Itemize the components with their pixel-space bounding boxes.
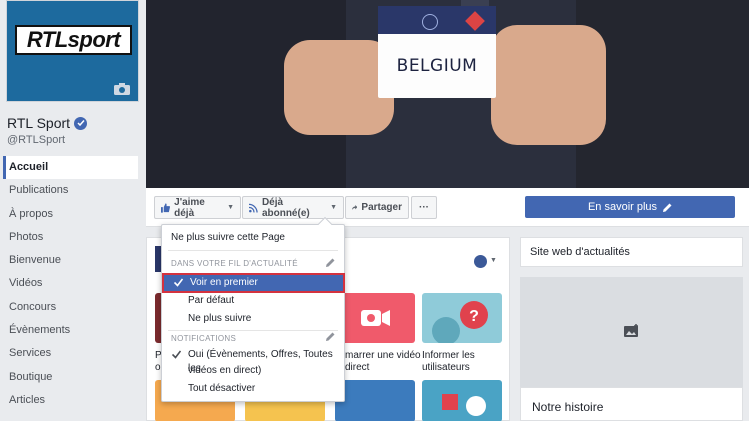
- menu-item-unfollow-page-label: Ne plus suivre cette Page: [171, 232, 285, 243]
- menu-item-default[interactable]: Par défaut: [162, 292, 344, 310]
- rtl-sport-logo: RTLsport: [15, 25, 132, 55]
- profile-picture[interactable]: RTLsport: [6, 0, 139, 102]
- page-title: RTL Sport: [7, 115, 88, 131]
- chevron-down-icon: ▼: [330, 204, 337, 211]
- globe-icon[interactable]: [474, 255, 487, 268]
- follow-button-label: Déjà abonné(e): [261, 196, 310, 219]
- sidebar-item-videos[interactable]: Vidéos: [3, 272, 138, 295]
- sidebar-item-publications[interactable]: Publications: [3, 179, 138, 202]
- logo-text: RTLsport: [26, 27, 121, 52]
- menu-item-notifications-on[interactable]: Oui (Évènements, Offres, Toutes les vidé…: [162, 346, 344, 380]
- menu-item-notifications-off-label: Tout désactiver: [188, 383, 256, 394]
- learn-more-label: En savoir plus: [587, 201, 658, 213]
- share-arrow-icon: [352, 205, 358, 210]
- story-title-box[interactable]: Notre histoire: [520, 387, 743, 421]
- chevron-down-icon[interactable]: ▼: [490, 257, 497, 264]
- menu-item-notifications-off[interactable]: Tout désactiver: [162, 380, 344, 398]
- sidebar-item-articles[interactable]: Articles: [3, 389, 138, 412]
- right-column: Site web d'actualités Notre histoire: [520, 237, 743, 421]
- like-button[interactable]: J'aime déjà ▼: [154, 196, 241, 219]
- svg-text:?: ?: [469, 308, 479, 325]
- share-button-label: Partager: [361, 202, 402, 213]
- tile-bottom-4[interactable]: [422, 380, 502, 421]
- camera-icon[interactable]: [114, 83, 130, 95]
- sidebar-item-evenements[interactable]: Évènements: [3, 319, 138, 342]
- learn-more-button[interactable]: En savoir plus: [525, 196, 735, 218]
- add-photo-icon[interactable]: [624, 324, 640, 338]
- story-media-placeholder[interactable]: [520, 277, 743, 387]
- menu-item-stop-following[interactable]: Ne plus suivre: [162, 310, 344, 328]
- menu-divider: [168, 250, 338, 251]
- tile-inform-users[interactable]: ?: [422, 293, 502, 345]
- pencil-icon: [663, 203, 672, 212]
- cover-hand-right: [491, 25, 606, 145]
- share-button[interactable]: Partager: [345, 196, 409, 219]
- question-icon: ?: [432, 301, 488, 345]
- section-header-feed: DANS VOTRE FIL D'ACTUALITÉ: [171, 259, 298, 268]
- menu-item-stop-following-label: Ne plus suivre: [188, 313, 252, 324]
- story-title-text: Notre histoire: [532, 400, 604, 414]
- nations-league-logo-icon: [422, 14, 438, 30]
- page-name-text: RTL Sport: [7, 115, 71, 131]
- more-options-button[interactable]: ···: [411, 196, 437, 219]
- menu-divider: [168, 330, 338, 331]
- section-header-notifications: NOTIFICATIONS: [171, 334, 237, 343]
- video-camera-icon: [361, 310, 390, 326]
- tile-live-video-label: marrer une vidéo direct: [345, 350, 421, 373]
- category-box: Site web d'actualités: [520, 237, 743, 267]
- edit-pencil-icon[interactable]: [326, 258, 335, 267]
- checkmark-icon: [174, 278, 183, 287]
- sidebar-item-boutique[interactable]: Boutique: [3, 366, 138, 389]
- draw-card: BELGIUM: [378, 6, 496, 98]
- more-options-label: ···: [419, 202, 429, 213]
- sidebar-item-photos[interactable]: Photos: [3, 226, 138, 249]
- menu-item-unfollow-page[interactable]: Ne plus suivre cette Page: [162, 229, 344, 247]
- notifications-on-line2: vidéos en direct): [188, 365, 262, 376]
- menu-item-see-first-label: Voir en premier: [190, 277, 258, 288]
- follow-button[interactable]: Déjà abonné(e) ▼: [242, 196, 344, 219]
- page-handle: @RTLSport: [7, 134, 66, 146]
- menu-item-see-first[interactable]: Voir en premier: [162, 273, 345, 293]
- sidebar-nav: Accueil Publications À propos Photos Bie…: [3, 156, 138, 412]
- chevron-down-icon: ▼: [227, 204, 234, 211]
- sidebar-item-bienvenue[interactable]: Bienvenue: [3, 249, 138, 272]
- sidebar-item-a-propos[interactable]: À propos: [3, 203, 138, 226]
- tile-live-video[interactable]: [335, 293, 415, 343]
- page-action-bar: J'aime déjà ▼ Déjà abonné(e) ▼ Partager …: [146, 188, 749, 227]
- rss-icon: [249, 203, 258, 213]
- follow-dropdown-menu: Ne plus suivre cette Page DANS VOTRE FIL…: [161, 216, 345, 402]
- sidebar-item-concours[interactable]: Concours: [3, 296, 138, 319]
- thumbs-up-icon: [161, 202, 170, 213]
- tile-bottom-3[interactable]: [335, 380, 415, 421]
- shapes-icon: [442, 394, 486, 416]
- checkmark-icon: [172, 350, 181, 359]
- category-text: Site web d'actualités: [530, 246, 630, 258]
- verified-badge-icon: [74, 116, 88, 130]
- sidebar-item-services[interactable]: Services: [3, 342, 138, 365]
- card-country-text: BELGIUM: [396, 56, 478, 76]
- edit-pencil-icon[interactable]: [326, 332, 335, 341]
- like-button-label: J'aime déjà: [174, 196, 205, 219]
- sidebar-item-accueil[interactable]: Accueil: [3, 156, 138, 180]
- tile-inform-users-label: Informer les utilisateurs: [422, 350, 475, 373]
- menu-item-default-label: Par défaut: [188, 295, 235, 306]
- cover-photo[interactable]: BELGIUM: [146, 0, 749, 188]
